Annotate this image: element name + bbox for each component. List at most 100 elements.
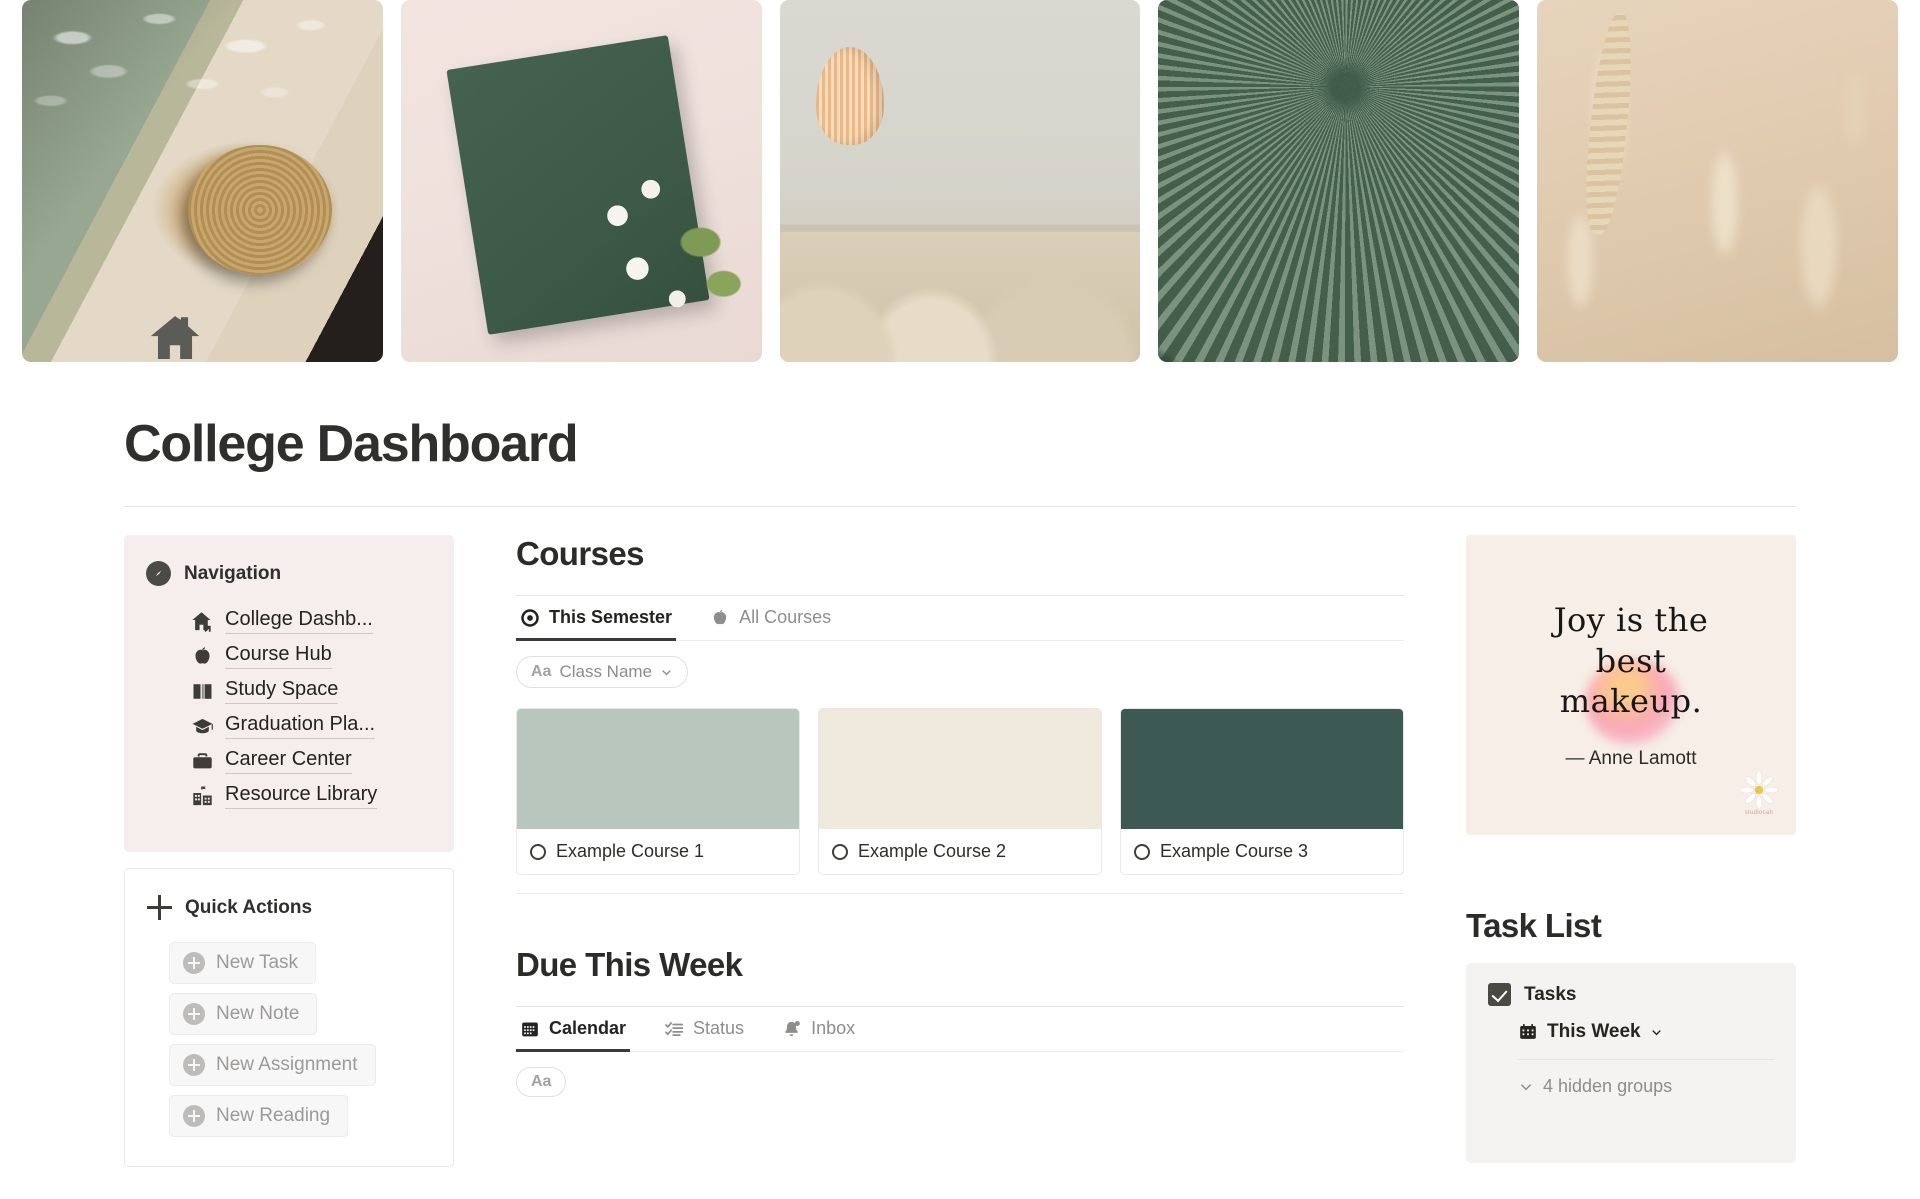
due-filter-chip[interactable]: Aa [516,1067,567,1097]
task-card-divider [1518,1059,1774,1060]
quick-actions-card: Quick Actions New Task New Note New Assi… [124,868,454,1167]
chevron-down-icon [660,666,673,679]
tab-label: Calendar [549,1018,627,1038]
apple-icon [191,645,214,668]
course-label: Example Course 2 [858,841,1007,861]
cover-image-pool-hat [22,0,383,362]
sidebar-item-study-space[interactable]: Study Space [191,678,432,704]
quick-actions-header: Quick Actions [147,895,431,920]
circle-icon [832,843,848,860]
tab-this-semester[interactable]: This Semester [516,596,677,641]
chip-prefix: Aa [531,1073,552,1090]
sidebar-item-label: Resource Library [225,783,378,809]
course-label: Example Course 1 [556,841,705,861]
tab-all-courses[interactable]: All Courses [706,596,835,641]
course-card-footer: Example Course 1 [517,829,799,874]
sidebar-item-label: College Dashb... [225,608,373,634]
tasks-group-header: Tasks [1488,983,1774,1006]
quick-action-label: New Assignment [216,1054,358,1075]
quote-card: Joy is the best makeup. — Anne Lamott st… [1466,535,1796,835]
sidebar-item-label: Career Center [225,748,352,774]
task-list-card: Tasks This Week 4 hidden groups [1466,963,1796,1163]
daisy-watermark: studiocah [1744,810,1774,816]
open-book-icon [191,680,214,703]
new-reading-button[interactable]: New Reading [169,1095,349,1137]
course-card[interactable]: Example Course 3 [1120,708,1404,875]
task-list-heading: Task List [1466,907,1602,944]
courses-heading: Courses [516,535,644,572]
circle-plus-icon [183,1105,205,1127]
cover-image-strip [0,0,1920,368]
tab-label: Inbox [811,1018,856,1038]
navigation-card: Navigation College Dashb... Course Hub S… [124,535,454,852]
quote-text: Joy is the best makeup. [1554,600,1709,722]
calendar-icon [520,1019,540,1039]
new-task-button[interactable]: New Task [169,942,317,984]
navigation-card-header: Navigation [146,561,432,586]
checkbox-checked-icon[interactable] [1488,983,1511,1006]
quote-line-1: Joy is the [1553,601,1709,640]
course-card[interactable]: Example Course 2 [818,708,1102,875]
daisy-logo: studiocah [1736,771,1782,817]
sidebar-item-label: Course Hub [225,643,332,669]
tab-status[interactable]: Status [660,1007,748,1052]
chip-label: Class Name [559,662,653,681]
tab-inbox[interactable]: Inbox [778,1007,859,1052]
apple-icon [710,608,730,628]
course-thumbnail [819,709,1101,829]
course-thumbnail [517,709,799,829]
cover-image-green-book [400,0,762,362]
task-view-selector[interactable]: This Week [1518,1021,1774,1043]
sidebar-item-college-dashboard[interactable]: College Dashb... [191,608,432,634]
tab-label: Status [693,1018,745,1038]
circle-plus-icon [183,1003,205,1025]
quote-line-3: makeup. [1559,682,1703,721]
dashboard-columns: Navigation College Dashb... Course Hub S… [0,507,1920,1167]
hidden-groups-label: 4 hidden groups [1543,1076,1673,1096]
navigation-title: Navigation [184,562,282,584]
tasks-group-label: Tasks [1524,983,1577,1005]
chevron-down-icon [1518,1079,1534,1095]
sidebar-item-course-hub[interactable]: Course Hub [191,643,432,669]
chevron-down-icon [1650,1026,1663,1039]
course-card-grid: Example Course 1 Example Course 2 Exampl… [516,708,1404,894]
bell-icon [782,1019,802,1039]
tab-calendar[interactable]: Calendar [516,1007,631,1052]
chip-prefix: Aa [531,663,552,680]
sidebar-item-career-center[interactable]: Career Center [191,748,432,774]
sidebar-item-resource-library[interactable]: Resource Library [191,783,432,809]
quick-action-label: New Task [216,952,299,973]
navigation-list: College Dashb... Course Hub Study Space … [146,608,432,809]
due-this-week-heading: Due This Week [516,946,743,983]
briefcase-icon [191,750,214,773]
tab-label: This Semester [549,607,673,627]
compass-icon [146,561,171,586]
quick-actions-title: Quick Actions [185,896,313,918]
due-this-week-tabs: Calendar Status Inbox [516,1007,1404,1052]
new-assignment-button[interactable]: New Assignment [169,1044,376,1086]
calendar-icon [1518,1022,1538,1042]
quick-actions-list: New Task New Note New Assignment New Rea… [147,942,431,1146]
course-label: Example Course 3 [1160,841,1309,861]
home-icon [144,310,206,366]
quick-action-label: New Reading [216,1105,331,1126]
sidebar-item-graduation-planner[interactable]: Graduation Pla... [191,713,432,739]
tab-label: All Courses [739,607,832,627]
sidebar-item-label: Graduation Pla... [225,713,376,739]
graduation-cap-icon [191,715,214,738]
class-name-filter-chip[interactable]: Aa Class Name [516,656,689,688]
hidden-groups-toggle[interactable]: 4 hidden groups [1518,1076,1774,1097]
right-column: Joy is the best makeup. — Anne Lamott st… [1466,535,1796,1163]
new-note-button[interactable]: New Note [169,993,318,1035]
circle-dot-icon [520,608,540,628]
sidebar-item-label: Study Space [225,678,339,704]
quote-line-2: best [1595,641,1667,680]
main-column: Courses This Semester All Courses Aa Cla… [454,535,1466,1097]
circle-icon [1134,843,1150,860]
page-title: College Dashboard [124,415,579,473]
course-thumbnail [1121,709,1403,829]
quick-action-label: New Note [216,1003,300,1024]
circle-icon [530,843,546,860]
course-card[interactable]: Example Course 1 [516,708,800,875]
task-view-label: This Week [1547,1021,1641,1042]
